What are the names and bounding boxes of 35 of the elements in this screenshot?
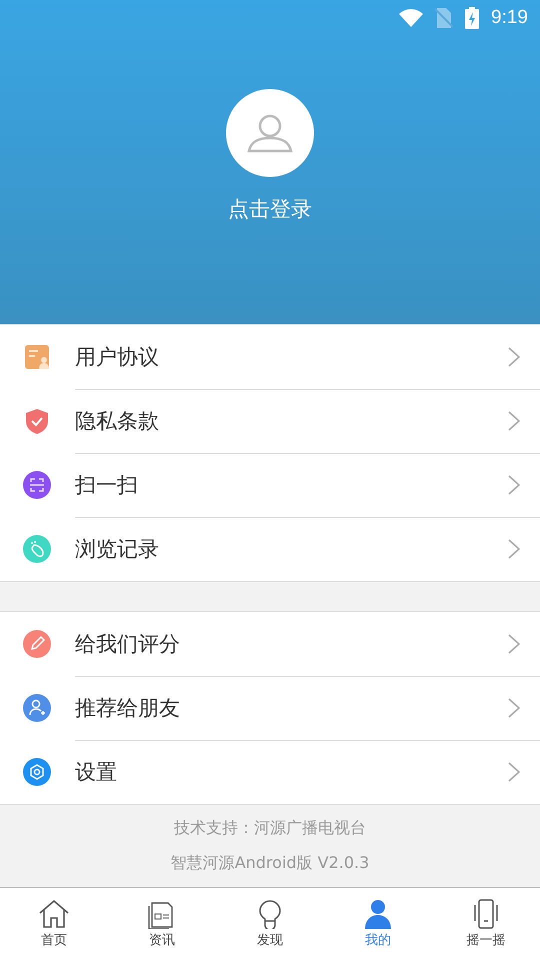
scan-icon (23, 471, 51, 499)
nav-tab[interactable]: 我的 (324, 888, 432, 960)
chevron-right-icon (508, 410, 520, 430)
support-text: 技术支持：河源广播电视台 (174, 818, 366, 839)
chevron-right-icon (508, 698, 520, 718)
menu-item[interactable]: 推荐给朋友 (75, 694, 508, 722)
add-user-icon (23, 694, 51, 722)
chevron-right-icon (508, 539, 520, 559)
menu-item[interactable]: 扫一扫 (75, 470, 508, 498)
wifi-icon (399, 9, 424, 27)
gear-icon (23, 758, 51, 786)
chevron-right-icon (508, 346, 520, 366)
battery-charging-icon (465, 7, 480, 29)
nav-tab[interactable]: 摇一摇 (432, 888, 540, 960)
chevron-right-icon (508, 762, 520, 782)
nav-tab[interactable]: 资讯 (108, 888, 216, 960)
chevron-right-icon (508, 634, 520, 654)
shield-check-icon (23, 407, 51, 435)
document-person-icon (23, 343, 51, 371)
menu-item[interactable]: 浏览记录 (75, 535, 508, 563)
version-text: 智慧河源Android版 V2.0.3 (170, 853, 370, 874)
user-silhouette-icon (247, 113, 293, 153)
pencil-icon (23, 630, 51, 658)
person-icon (362, 899, 394, 929)
chevron-right-icon (508, 474, 520, 494)
footprint-icon (23, 535, 51, 563)
menu-item[interactable]: 给我们评分 (75, 630, 508, 658)
home-icon (38, 899, 70, 929)
nav-tab[interactable]: 首页 (0, 888, 108, 960)
menu-item[interactable]: 设置 (75, 758, 508, 786)
menu-item[interactable]: 隐私条款 (75, 406, 508, 434)
status-time: 9:19 (491, 7, 528, 29)
nav-tab[interactable]: 发现 (216, 888, 324, 960)
menu-item[interactable]: 用户协议 (75, 342, 508, 370)
no-sim-icon (435, 8, 454, 28)
